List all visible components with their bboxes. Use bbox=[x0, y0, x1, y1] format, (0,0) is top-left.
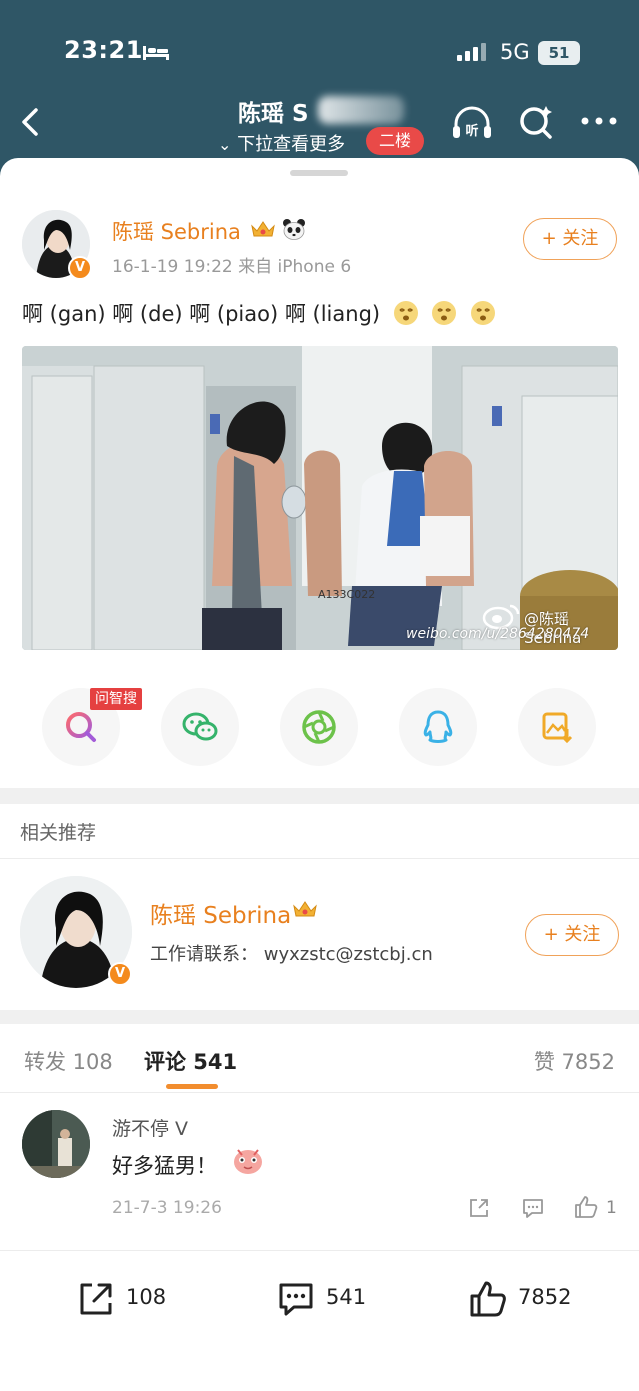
verified-badge: V bbox=[68, 256, 92, 280]
save-image-icon bbox=[542, 712, 573, 744]
save-image-button[interactable] bbox=[518, 688, 596, 766]
top-navigation: 陈瑶 S ⌄ 下拉查看更多 二楼 听 bbox=[0, 90, 639, 160]
related-recommendation: 相关推荐 V 陈瑶 Sebrina 工作请联系： wyxzstc@zstcbj.… bbox=[0, 804, 639, 1010]
bottom-action-bar: 108 541 7852 bbox=[0, 1250, 639, 1391]
section-gap bbox=[0, 1010, 639, 1024]
verified-badge: V bbox=[108, 962, 132, 986]
panda-icon bbox=[283, 219, 305, 240]
commenter-avatar[interactable] bbox=[22, 1110, 90, 1178]
network-type: 5G bbox=[500, 40, 530, 64]
related-title: 相关推荐 bbox=[20, 822, 97, 844]
listen-icon[interactable]: 听 bbox=[450, 104, 494, 144]
commenter-name[interactable]: 游不停 V bbox=[112, 1114, 188, 1141]
dizzy-face-emoji-icon bbox=[471, 301, 496, 325]
post-sheet: V 陈瑶 Sebrina 16-1-19 19:22 来自 iPhone 6 +… bbox=[0, 158, 639, 1391]
post-text-content: 啊 (gan) 啊 (de) 啊 (piao) 啊 (liang) bbox=[22, 302, 381, 326]
like-icon bbox=[470, 1281, 506, 1317]
tab-comments[interactable]: 评论 541 bbox=[144, 1046, 237, 1076]
svg-text:听: 听 bbox=[465, 123, 478, 139]
more-icon[interactable] bbox=[578, 114, 620, 128]
tab-reposts[interactable]: 转发 108 bbox=[24, 1046, 113, 1076]
qq-icon bbox=[423, 710, 453, 743]
post-meta: 16-1-19 19:22 来自 iPhone 6 bbox=[112, 257, 352, 277]
post-image-scene: A133C022 bbox=[22, 346, 618, 650]
post-image[interactable]: A133C022 @陈瑶Sebrina weibo.com/u/28642804… bbox=[22, 346, 618, 650]
zhisou-tag: 问智搜 bbox=[90, 688, 142, 710]
divider bbox=[0, 1092, 639, 1093]
post-text: 啊 (gan) 啊 (de) 啊 (piao) 啊 (liang) bbox=[22, 298, 496, 328]
comment-reply-icon[interactable] bbox=[520, 1196, 546, 1220]
status-bar: 23:21 5G 51 bbox=[0, 0, 639, 100]
second-floor-badge[interactable]: 二楼 bbox=[366, 127, 425, 155]
comment-count: 541 bbox=[326, 1285, 367, 1309]
page-title: 陈瑶 S bbox=[238, 101, 309, 127]
dizzy-face-emoji-icon bbox=[432, 301, 457, 325]
cute-sticker-icon bbox=[234, 1149, 262, 1174]
tab-likes[interactable]: 赞 7852 bbox=[534, 1046, 615, 1076]
comment-text: 好多猛男！ bbox=[112, 1154, 217, 1178]
repost-count: 108 bbox=[126, 1285, 167, 1309]
follow-button[interactable]: + 关注 bbox=[523, 218, 617, 260]
comment-item: 游不停 V 好多猛男！ 21-7-3 19:26 1 bbox=[0, 1098, 639, 1238]
pull-down-hint[interactable]: ⌄ 下拉查看更多 bbox=[218, 130, 345, 156]
moments-icon bbox=[302, 710, 336, 744]
pull-down-hint-label: 下拉查看更多 bbox=[237, 134, 346, 155]
related-description: 工作请联系： wyxzstc@zstcbj.cn bbox=[150, 944, 433, 965]
related-name[interactable]: 陈瑶 Sebrina bbox=[150, 896, 291, 930]
back-icon[interactable] bbox=[16, 102, 46, 142]
share-wechat-button[interactable] bbox=[161, 688, 239, 766]
repost-icon bbox=[80, 1283, 112, 1315]
like-count: 7852 bbox=[518, 1285, 572, 1309]
image-watermark-url: weibo.com/u/2864280474 bbox=[406, 626, 590, 642]
crown-icon bbox=[293, 901, 317, 917]
signal-icon bbox=[457, 43, 486, 61]
comment-icon bbox=[279, 1283, 313, 1316]
battery-indicator: 51 bbox=[538, 41, 580, 65]
interaction-tabs: 转发 108 评论 541 赞 7852 bbox=[0, 1024, 639, 1089]
status-time: 23:21 bbox=[64, 36, 143, 64]
title-mosaic bbox=[318, 96, 404, 124]
comment-time: 21-7-3 19:26 bbox=[112, 1198, 222, 1218]
share-qq-button[interactable] bbox=[399, 688, 477, 766]
search-icon[interactable] bbox=[516, 102, 556, 142]
related-name-label: 陈瑶 Sebrina bbox=[150, 903, 292, 929]
author-name[interactable]: 陈瑶 Sebrina bbox=[112, 216, 241, 246]
divider bbox=[0, 858, 639, 859]
share-moments-button[interactable] bbox=[280, 688, 358, 766]
comment-share-icon[interactable] bbox=[467, 1196, 491, 1220]
chevron-down-icon: ⌄ bbox=[218, 135, 232, 154]
search-ai-icon bbox=[66, 712, 96, 742]
comment-like-count: 1 bbox=[606, 1198, 617, 1218]
sleep-focus-icon bbox=[143, 46, 169, 60]
crown-icon bbox=[251, 221, 275, 237]
image-sign: A133C022 bbox=[318, 588, 375, 601]
active-tab-indicator bbox=[166, 1084, 218, 1089]
section-gap bbox=[0, 788, 639, 804]
comment-like-icon[interactable] bbox=[573, 1194, 599, 1220]
related-follow-button[interactable]: + 关注 bbox=[525, 914, 619, 956]
wechat-icon bbox=[182, 712, 218, 741]
post: V 陈瑶 Sebrina 16-1-19 19:22 来自 iPhone 6 +… bbox=[0, 158, 639, 788]
dizzy-face-emoji-icon bbox=[393, 301, 418, 325]
commenter-avatar-image bbox=[22, 1110, 90, 1178]
